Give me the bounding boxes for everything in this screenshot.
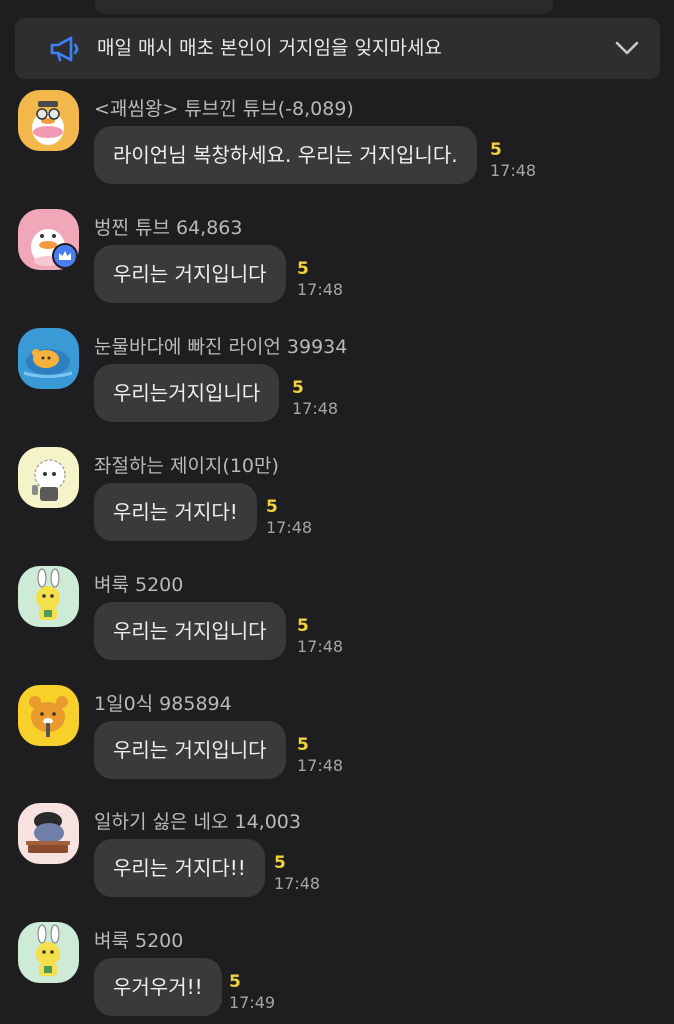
notice-banner[interactable]: 매일 매시 매초 본인이 거지임을 잊지마세요: [15, 18, 660, 79]
message-meta: 5 17:49: [229, 972, 275, 1014]
sender-name[interactable]: 벙찐 튜브 64,863: [94, 213, 242, 240]
muzi-avatar-icon: [36, 568, 60, 620]
message-bubble[interactable]: 우거우거!!: [94, 958, 222, 1016]
unread-count: 5: [266, 497, 278, 517]
sender-name[interactable]: <괘씸왕> 튜브낀 튜브(-8,089): [94, 94, 354, 121]
message-meta: 5 17:48: [292, 378, 338, 420]
notice-text: 매일 매시 매초 본인이 거지임을 잊지마세요: [97, 37, 442, 59]
message-time: 17:48: [297, 637, 344, 656]
chat-screen: 매일 매시 매초 본인이 거지임을 잊지마세요 <괘씸왕> 튜브낀 튜브(-8,…: [0, 0, 674, 1024]
profile-avatar[interactable]: [18, 447, 79, 508]
tube-duck-avatar-icon: [32, 101, 64, 145]
message-meta: 5 17:48: [274, 853, 320, 895]
neo-avatar-icon: [26, 812, 70, 853]
message-bubble[interactable]: 우리는 거지입니다: [94, 721, 286, 779]
sender-name[interactable]: 눈물바다에 빠진 라이언 39934: [94, 332, 347, 359]
message-time: 17:48: [297, 756, 344, 775]
message-meta: 5 17:48: [297, 735, 343, 777]
sender-name[interactable]: 좌절하는 제이지(10만): [94, 451, 279, 478]
unread-count: 5: [297, 259, 309, 279]
sender-name[interactable]: 벼룩 5200: [94, 926, 183, 953]
message-time: 17:48: [297, 280, 344, 299]
sender-name[interactable]: 1일0식 985894: [94, 689, 232, 716]
unread-count: 5: [274, 853, 286, 873]
unread-count: 5: [297, 735, 309, 755]
message-meta: 5 17:48: [297, 259, 343, 301]
message-bubble[interactable]: 우리는 거지다!!: [94, 839, 265, 897]
previous-message-bubble: [95, 0, 553, 14]
ryan-avatar-icon: [23, 349, 73, 378]
profile-avatar[interactable]: [18, 685, 79, 746]
unread-count: 5: [229, 972, 241, 992]
message-time: 17:48: [266, 518, 313, 537]
ryan-avatar-icon: [29, 696, 68, 737]
crown-badge: [52, 243, 78, 269]
jay-g-avatar-icon: [32, 459, 66, 501]
message-time: 17:48: [292, 399, 339, 418]
message-meta: 5 17:48: [266, 497, 312, 539]
profile-avatar[interactable]: [18, 566, 79, 627]
message-meta: 5 17:48: [490, 140, 536, 182]
profile-avatar[interactable]: [18, 922, 79, 983]
message-bubble[interactable]: 우리는 거지입니다: [94, 245, 286, 303]
message-time: 17:49: [229, 993, 276, 1012]
unread-count: 5: [292, 378, 304, 398]
message-time: 17:48: [490, 161, 537, 180]
profile-avatar[interactable]: [18, 803, 79, 864]
sender-name[interactable]: 일하기 싫은 네오 14,003: [94, 807, 301, 834]
sender-name[interactable]: 벼룩 5200: [94, 570, 183, 597]
muzi-avatar-icon: [36, 924, 60, 976]
chevron-down-icon[interactable]: [614, 38, 640, 58]
message-bubble[interactable]: 라이언님 복창하세요. 우리는 거지입니다.: [94, 126, 477, 184]
message-meta: 5 17:48: [297, 616, 343, 658]
message-bubble[interactable]: 우리는 거지다!: [94, 483, 257, 541]
megaphone-icon: [50, 36, 79, 62]
message-time: 17:48: [274, 874, 321, 893]
unread-count: 5: [297, 616, 309, 636]
message-bubble[interactable]: 우리는 거지입니다: [94, 602, 286, 660]
profile-avatar[interactable]: [18, 328, 79, 389]
profile-avatar[interactable]: [18, 90, 79, 151]
message-bubble[interactable]: 우리는거지입니다: [94, 364, 280, 422]
unread-count: 5: [490, 140, 502, 160]
